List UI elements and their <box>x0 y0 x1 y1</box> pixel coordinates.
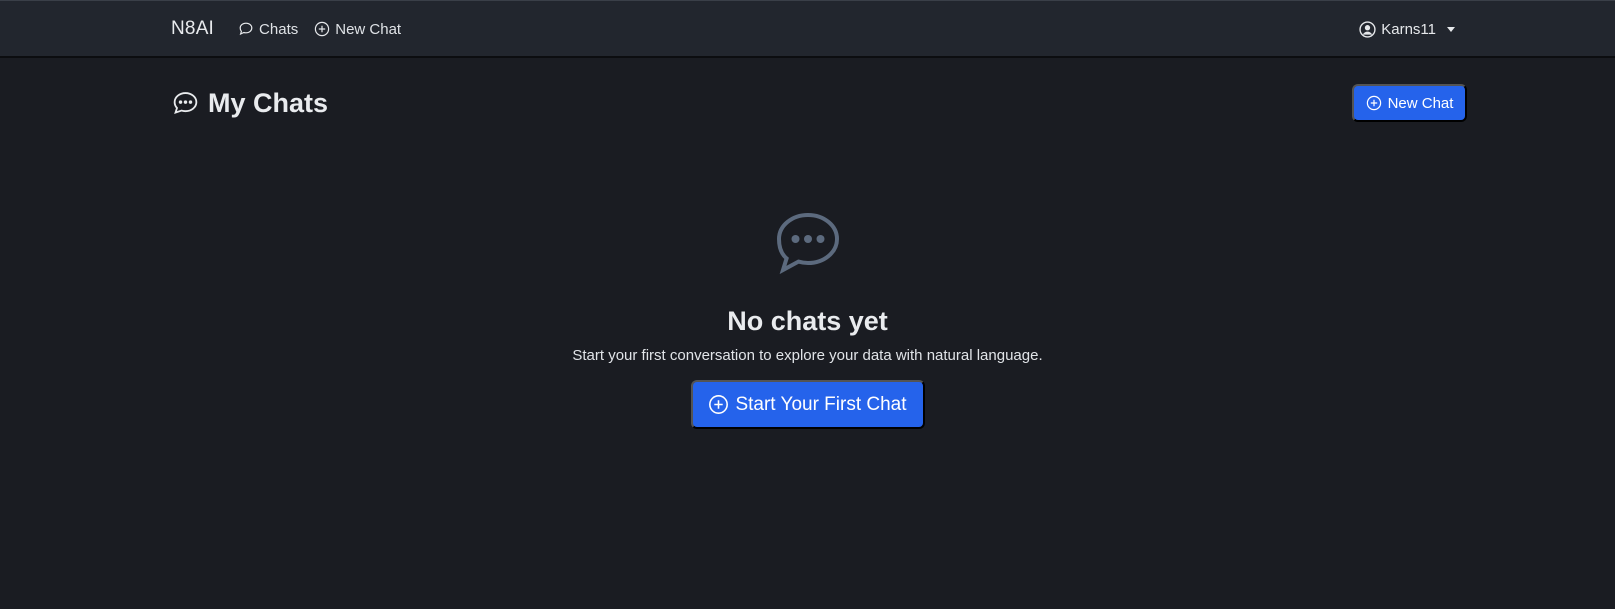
user-circle-icon <box>1359 20 1376 38</box>
nav-link-chats[interactable]: Chats <box>238 21 298 38</box>
chevron-down-icon <box>1447 26 1455 32</box>
new-chat-button[interactable]: New Chat <box>1352 84 1467 122</box>
empty-state-icon <box>774 212 842 276</box>
page-title: My Chats <box>171 88 328 119</box>
plus-circle-icon <box>709 395 729 414</box>
new-chat-button-label: New Chat <box>1387 94 1454 112</box>
chat-dots-icon <box>776 212 839 275</box>
plus-circle-icon <box>315 21 330 37</box>
nav-link-chats-label: Chats <box>259 20 299 38</box>
user-menu-dropdown[interactable]: Karns11 <box>1359 21 1455 38</box>
user-name: Karns11 <box>1381 20 1436 38</box>
empty-state-description: Start your first conversation to explore… <box>572 347 1043 364</box>
page-header: My Chats New Chat <box>171 83 1467 123</box>
start-first-chat-button[interactable]: Start Your First Chat <box>690 380 925 429</box>
brand-logo[interactable]: N8AI <box>171 18 214 40</box>
plus-circle-icon <box>1366 95 1381 111</box>
top-navbar: N8AI Chats New Chat Karns11 <box>0 0 1615 58</box>
chat-dots-icon <box>173 91 198 114</box>
navbar-container: N8AI Chats New Chat Karns11 <box>171 1 1459 57</box>
empty-state-title: No chats yet <box>727 306 888 336</box>
start-first-chat-label: Start Your First Chat <box>735 393 907 415</box>
chat-icon <box>239 22 253 36</box>
nav-link-new-chat[interactable]: New Chat <box>314 21 401 38</box>
page-title-text: My Chats <box>208 87 329 118</box>
nav-link-new-chat-label: New Chat <box>335 20 402 38</box>
empty-state: No chats yet Start your first conversati… <box>0 212 1615 429</box>
